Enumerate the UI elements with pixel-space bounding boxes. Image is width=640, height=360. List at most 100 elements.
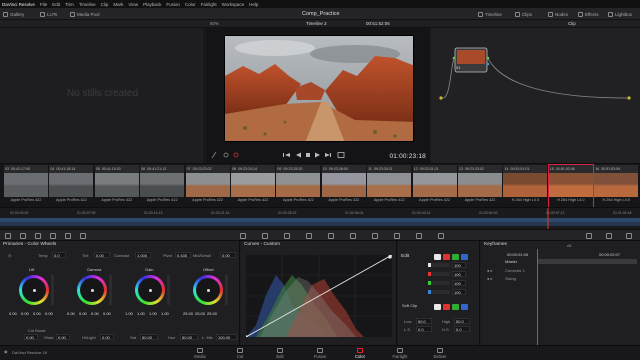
keyframes-icon[interactable] xyxy=(586,233,592,239)
go-to-start-arrow-icon[interactable] xyxy=(285,153,290,157)
3d-icon[interactable] xyxy=(438,233,444,239)
lift-value[interactable]: 0.00 xyxy=(9,311,17,316)
gain-value[interactable]: 1.00 xyxy=(137,311,145,316)
channel-toggle-button[interactable] xyxy=(452,254,459,260)
tint-field[interactable]: 0.00 xyxy=(94,252,110,258)
channel-toggle-button[interactable] xyxy=(443,304,450,310)
gamma-value[interactable]: 0.00 xyxy=(67,311,75,316)
media-pool-button[interactable]: Media Pool xyxy=(70,10,100,18)
hdr-icon[interactable] xyxy=(50,233,56,239)
gain-value[interactable]: 1.00 xyxy=(149,311,157,316)
color-warper-icon[interactable] xyxy=(262,233,268,239)
curve-point-end[interactable] xyxy=(388,255,392,259)
gamma-value[interactable]: 0.00 xyxy=(103,311,111,316)
track-sizing-expand[interactable]: ● ▸ xyxy=(487,276,493,281)
clip-thumbnail[interactable]: 15 00:51:52:06 H.264 High L4.0 xyxy=(547,164,594,208)
luts-button[interactable]: LUTs xyxy=(40,10,57,18)
nodes-button[interactable]: Nodes xyxy=(548,10,568,18)
channel-intensity-field[interactable]: 100 xyxy=(452,262,466,268)
page-color[interactable]: Color xyxy=(345,347,375,360)
contrast-field[interactable]: 1.000 xyxy=(135,252,151,258)
hilight-field[interactable]: 0.00 xyxy=(100,334,114,340)
channel-toggle-button[interactable] xyxy=(461,304,468,310)
rgb-mixer-icon[interactable] xyxy=(65,233,71,239)
key-icon[interactable] xyxy=(394,233,400,239)
tracker-icon[interactable] xyxy=(328,233,334,239)
viewer-frame-image[interactable] xyxy=(224,35,414,142)
pen-tool-icon[interactable] xyxy=(211,151,217,159)
curves-icon[interactable] xyxy=(240,233,246,239)
page-deliver[interactable]: Deliver xyxy=(425,347,455,360)
menu-fusion[interactable]: Fusion xyxy=(166,2,180,7)
menu-mark[interactable]: Mark xyxy=(113,2,123,7)
shad-field[interactable]: 0.00 xyxy=(56,334,70,340)
low-field[interactable]: 50.0 xyxy=(416,318,432,324)
track-corrector[interactable]: Corrector 1 xyxy=(505,268,525,273)
play-reverse-icon[interactable] xyxy=(296,152,301,158)
info-icon[interactable] xyxy=(626,233,632,239)
menu-davinci-resolve[interactable]: DaVinci Resolve xyxy=(2,2,35,7)
go-to-end-icon[interactable] xyxy=(330,153,331,157)
qualifier-icon[interactable] xyxy=(284,233,290,239)
wheel-center-handle[interactable] xyxy=(148,288,152,292)
menu-playback[interactable]: Playback xyxy=(143,2,161,7)
clip-thumbnail[interactable]: 08 09:23:24:14 Apple ProRes 422 xyxy=(231,165,275,207)
clip-thumbnail[interactable]: 11 09:23:30:11 Apple ProRes 422 xyxy=(367,165,412,207)
menu-help[interactable]: Help xyxy=(249,2,258,7)
channel-toggle-button[interactable] xyxy=(461,254,468,260)
magic-mask-icon[interactable] xyxy=(350,233,356,239)
clip-thumbnail[interactable]: 04 00:41:18:14 Apple ProRes 422 xyxy=(49,165,94,207)
zoom-level[interactable]: 60% xyxy=(210,21,219,26)
loop-icon[interactable] xyxy=(337,152,345,158)
track-sizing[interactable]: Sizing xyxy=(505,276,516,281)
lmix-field[interactable]: 100.00 xyxy=(216,334,237,340)
menu-edit[interactable]: Edit xyxy=(52,2,60,7)
hs-field[interactable]: 0.0 xyxy=(454,326,470,332)
page-fairlight[interactable]: Fairlight xyxy=(385,347,415,360)
page-cut[interactable]: Cut xyxy=(225,347,255,360)
cursor-tool-icon[interactable] xyxy=(223,152,229,158)
channel-toggle-button[interactable] xyxy=(434,254,441,260)
channel-intensity-field[interactable]: 100 xyxy=(452,271,466,277)
clip-thumbnail[interactable]: 12 09:23:31:21 Apple ProRes 422 xyxy=(412,165,457,207)
gain-value[interactable]: 1.00 xyxy=(125,311,133,316)
channel-slider[interactable] xyxy=(428,290,450,294)
gamma-value[interactable]: 0.00 xyxy=(91,311,99,316)
clip-thumbnail[interactable]: 14 00:51:51:01 H.264 High L4.0 xyxy=(503,165,548,207)
keyframe-filter[interactable]: All xyxy=(567,243,571,248)
channel-intensity-field[interactable]: 100 xyxy=(452,280,466,286)
channel-toggle-button[interactable] xyxy=(434,304,441,310)
gain-color-wheel[interactable] xyxy=(135,275,165,305)
clip-thumbnail[interactable]: 10 09:23:28:00 Apple ProRes 422 xyxy=(321,165,366,207)
channel-intensity-field[interactable]: 100 xyxy=(452,289,466,295)
lift-value[interactable]: 0.00 xyxy=(45,311,53,316)
clip-thumbnail[interactable]: 09 09:23:25:20 Apple ProRes 422 xyxy=(276,165,321,207)
offset-value[interactable]: 25.00 xyxy=(195,311,205,316)
sat-field[interactable]: 50.00 xyxy=(140,334,158,340)
effects-button[interactable]: Effects xyxy=(578,10,599,18)
stop-icon[interactable] xyxy=(306,153,310,157)
page-edit[interactable]: Edit xyxy=(265,347,295,360)
menu-view[interactable]: View xyxy=(128,2,138,7)
lift-master-slider[interactable] xyxy=(51,275,54,305)
timeline-name[interactable]: Timeline 2 xyxy=(306,21,327,26)
menu-color[interactable]: Color xyxy=(185,2,196,7)
primaries-icon[interactable] xyxy=(35,233,41,239)
gamma-master-slider[interactable] xyxy=(109,275,112,305)
ls-field[interactable]: 0.0 xyxy=(416,326,432,332)
channel-slider[interactable] xyxy=(428,272,450,276)
reset-icon[interactable]: ◎ xyxy=(8,253,12,258)
gamma-value[interactable]: 0.00 xyxy=(79,311,87,316)
wheel-center-handle[interactable] xyxy=(32,288,36,292)
menu-workspace[interactable]: Workspace xyxy=(222,2,244,7)
wheel-center-handle[interactable] xyxy=(206,288,210,292)
node-mode-select[interactable]: Clip xyxy=(568,21,576,26)
color-match-icon[interactable] xyxy=(20,233,26,239)
offset-value[interactable]: 25.00 xyxy=(207,311,217,316)
lightbox-button[interactable]: Lightbox xyxy=(608,10,632,18)
pivot-field[interactable]: 0.435 xyxy=(175,252,191,258)
gain-master-slider[interactable] xyxy=(167,275,170,305)
page-fusion[interactable]: Fusion xyxy=(305,347,335,360)
play-icon[interactable] xyxy=(315,152,320,158)
lift-value[interactable]: 0.00 xyxy=(21,311,29,316)
